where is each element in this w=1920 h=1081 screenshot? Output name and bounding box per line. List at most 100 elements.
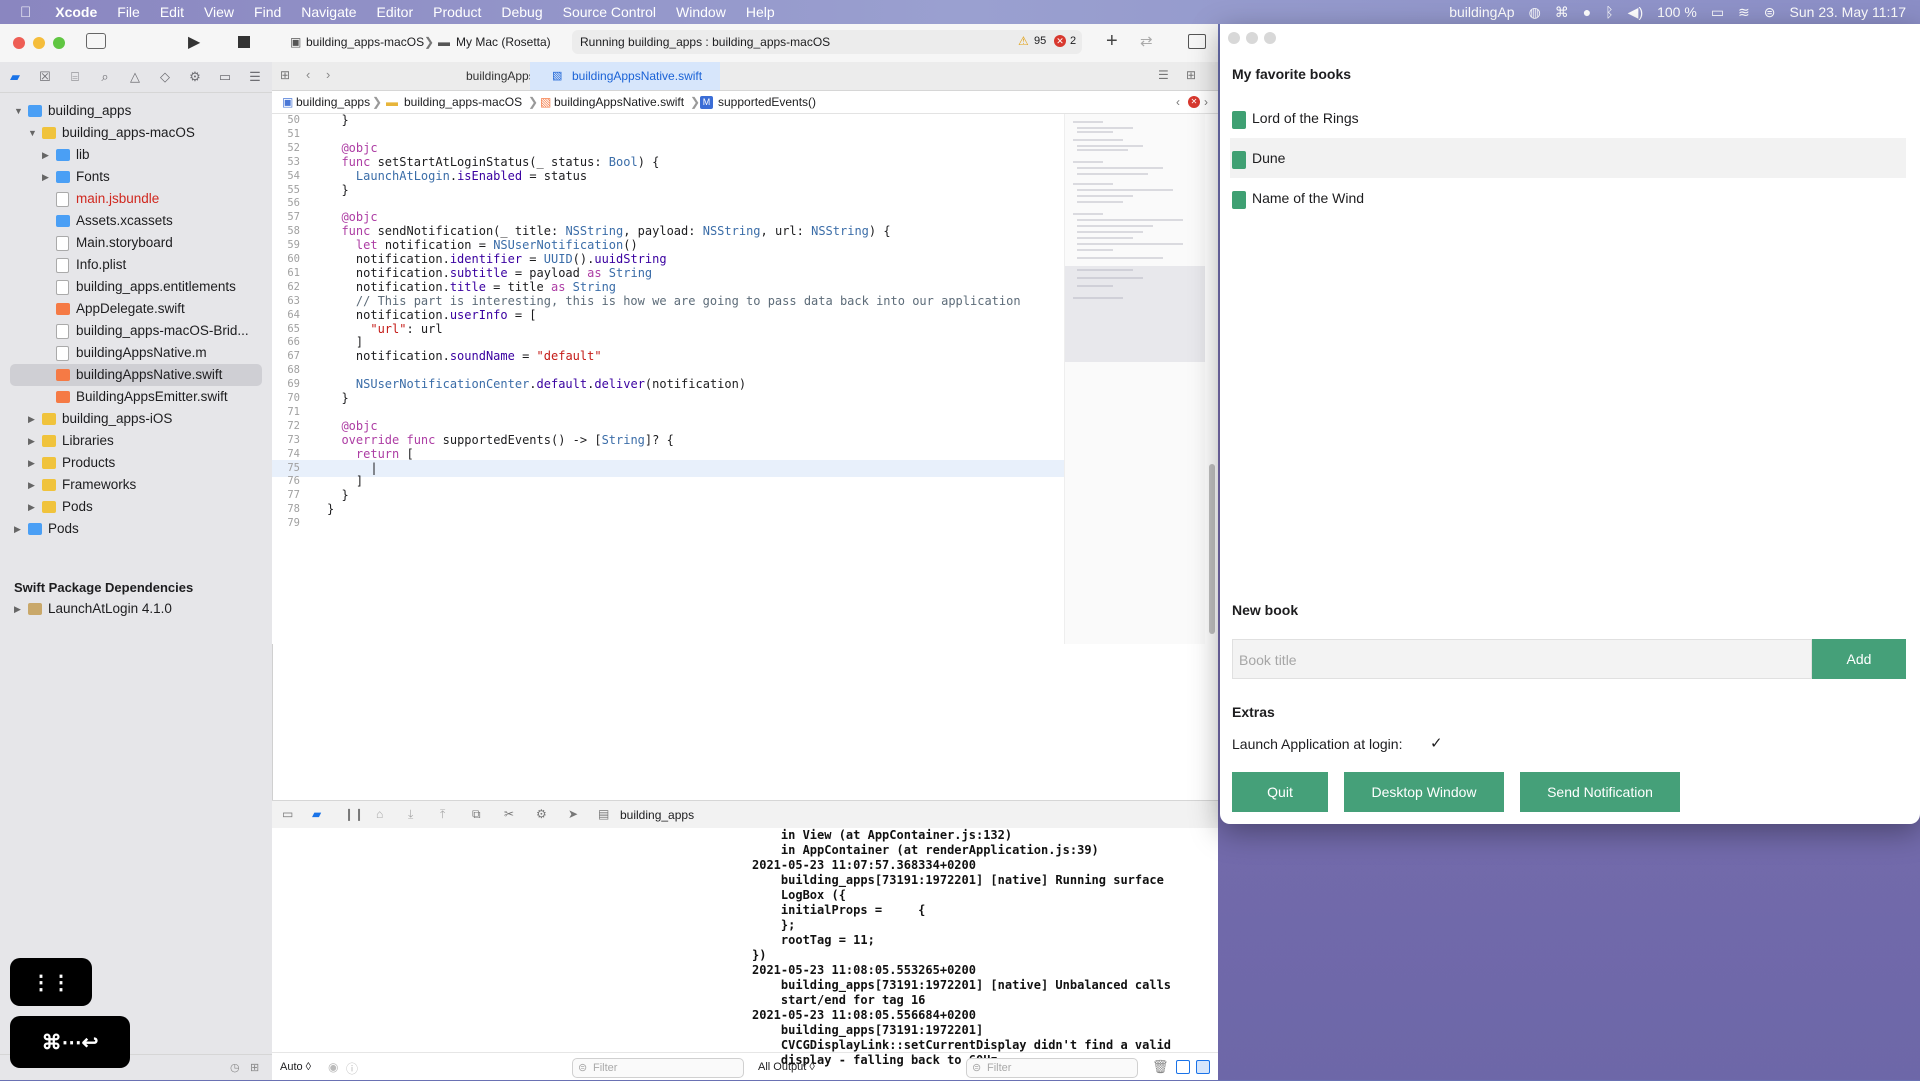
split-editor-icon[interactable]: ⊞ bbox=[1186, 68, 1196, 82]
book-title-input[interactable]: Book title bbox=[1232, 639, 1812, 679]
book-item[interactable]: Lord of the Rings bbox=[1230, 98, 1906, 138]
hide-debug-area-icon[interactable]: ▭ bbox=[282, 807, 293, 821]
console-view-toggle-icon[interactable] bbox=[1196, 1060, 1210, 1074]
debug-icon[interactable]: ⚙ bbox=[180, 69, 210, 85]
console-filter-input[interactable]: ⊜ Filter bbox=[966, 1058, 1138, 1078]
output-select[interactable]: All Output ◊ bbox=[758, 1061, 815, 1073]
file-tree-item[interactable]: ▶ Fonts bbox=[0, 166, 272, 188]
breakpoints-toggle-icon[interactable]: ▰ bbox=[312, 807, 321, 821]
inspector-toggle-icon[interactable] bbox=[1188, 34, 1206, 49]
file-tree-item[interactable]: ▶ Pods bbox=[0, 496, 272, 518]
chevron-right-icon[interactable]: ▶ bbox=[14, 518, 26, 540]
chevron-right-icon[interactable]: ▶ bbox=[42, 166, 54, 188]
file-tree-item[interactable]: ▶ Pods bbox=[0, 518, 272, 540]
file-tree-item[interactable]: ▶ lib bbox=[0, 144, 272, 166]
environment-overrides-icon[interactable]: ⚙ bbox=[536, 807, 547, 821]
volume-icon[interactable]: ◀) bbox=[1628, 4, 1643, 21]
scrollbar-thumb[interactable] bbox=[1209, 464, 1215, 634]
back-icon[interactable]: ‹ bbox=[306, 67, 310, 82]
file-tree-item[interactable]: ▶ Frameworks bbox=[0, 474, 272, 496]
chevron-right-icon[interactable]: ▶ bbox=[28, 408, 40, 430]
folder-icon[interactable]: ▰ bbox=[0, 69, 30, 85]
file-tree-item[interactable]: ▼ building_apps bbox=[0, 100, 272, 122]
desktop-window-button[interactable]: Desktop Window bbox=[1344, 772, 1504, 812]
menu-find[interactable]: Find bbox=[244, 4, 291, 20]
book-item[interactable]: Dune bbox=[1230, 138, 1906, 178]
apple-menu-icon[interactable]:  bbox=[0, 4, 45, 21]
variables-view-toggle-icon[interactable] bbox=[1176, 1060, 1190, 1074]
file-tree-item[interactable]: AppDelegate.swift bbox=[0, 298, 272, 320]
forward-icon[interactable]: › bbox=[326, 67, 330, 82]
book-item[interactable]: Name of the Wind bbox=[1230, 178, 1906, 218]
file-tree-item[interactable]: ▶ Libraries bbox=[0, 430, 272, 452]
file-tree-item[interactable]: building_apps.entitlements bbox=[0, 276, 272, 298]
add-book-button[interactable]: Add bbox=[1812, 639, 1906, 679]
info-icon[interactable]: ⓘ bbox=[346, 1060, 358, 1077]
minimize-window-icon[interactable] bbox=[1246, 32, 1258, 44]
location-icon[interactable]: ➤ bbox=[568, 807, 578, 821]
menu-file[interactable]: File bbox=[107, 4, 150, 20]
chevron-right-icon[interactable]: ▶ bbox=[42, 144, 54, 166]
menu-debug[interactable]: Debug bbox=[491, 4, 552, 20]
add-icon[interactable]: + bbox=[1106, 30, 1118, 53]
chevron-right-icon[interactable]: ▶ bbox=[28, 496, 40, 518]
control-center-dots-icon[interactable]: ● bbox=[1583, 4, 1591, 20]
pause-icon[interactable]: ❙❙ bbox=[344, 807, 364, 821]
editor-options-icon[interactable]: ☰ bbox=[1158, 68, 1169, 82]
chevron-right-icon[interactable]: ▶ bbox=[28, 430, 40, 452]
trash-icon[interactable]: 🗑 bbox=[1152, 1059, 1169, 1075]
chevron-down-icon[interactable]: ▼ bbox=[14, 100, 26, 122]
chevron-down-icon[interactable]: ▼ bbox=[28, 122, 40, 144]
zoom-window-icon[interactable] bbox=[1264, 32, 1276, 44]
source-control-icon[interactable]: ☒ bbox=[30, 69, 60, 85]
related-items-icon[interactable]: ⊞ bbox=[280, 68, 290, 82]
variables-scope-select[interactable]: Auto ◊ bbox=[280, 1061, 311, 1073]
file-tree-item[interactable]: ▶ building_apps-iOS bbox=[0, 408, 272, 430]
menu-edit[interactable]: Edit bbox=[150, 4, 194, 20]
scheme-selector[interactable]: building_apps-macOS bbox=[306, 35, 424, 49]
breadcrumb-project[interactable]: building_apps bbox=[296, 91, 370, 113]
destination-selector[interactable]: My Mac (Rosetta) bbox=[456, 35, 551, 49]
file-tree-item[interactable]: Main.storyboard bbox=[0, 232, 272, 254]
test-icon[interactable]: ◇ bbox=[150, 69, 180, 85]
next-issue-icon[interactable]: › bbox=[1204, 91, 1208, 113]
menu-app-name[interactable]: Xcode bbox=[45, 4, 107, 20]
file-tree-item[interactable]: Info.plist bbox=[0, 254, 272, 276]
step-over-icon[interactable]: ⌂ bbox=[376, 807, 383, 821]
disclosure-icon[interactable]: ▶ bbox=[14, 598, 21, 620]
code-editor[interactable]: 50 } 51 52 @objc 53 func setStartAtLoginSta… bbox=[272, 114, 1064, 644]
memory-graph-icon[interactable]: ✂ bbox=[504, 807, 514, 821]
menu-window[interactable]: Window bbox=[666, 4, 736, 20]
search-icon[interactable]: ⌕ bbox=[90, 69, 120, 85]
chevron-right-icon[interactable]: ▶ bbox=[28, 474, 40, 496]
file-tree-item[interactable]: main.jsbundle bbox=[0, 188, 272, 210]
close-window-icon[interactable] bbox=[13, 37, 25, 49]
menu-navigate[interactable]: Navigate bbox=[291, 4, 366, 20]
recent-files-icon[interactable]: ◷ bbox=[230, 1061, 240, 1074]
step-into-icon[interactable]: ⤓ bbox=[408, 807, 413, 822]
menubar-app-name[interactable]: buildingAp bbox=[1449, 4, 1514, 20]
report-icon[interactable]: ☰ bbox=[240, 69, 270, 85]
bluetooth-icon[interactable]: ᛒ bbox=[1605, 4, 1613, 20]
run-icon[interactable]: ▶ bbox=[188, 32, 200, 52]
minimize-window-icon[interactable] bbox=[33, 37, 45, 49]
zoom-window-icon[interactable] bbox=[53, 37, 65, 49]
close-window-icon[interactable] bbox=[1228, 32, 1240, 44]
file-tree-item[interactable]: buildingAppsNative.swift bbox=[10, 364, 262, 386]
breadcrumb-group[interactable]: building_apps-macOS bbox=[404, 91, 522, 113]
breadcrumb-symbol[interactable]: supportedEvents() bbox=[718, 91, 816, 113]
debug-target[interactable]: building_apps bbox=[620, 808, 694, 822]
error-icon[interactable]: ✕ bbox=[1188, 96, 1200, 108]
filter-options-icon[interactable]: ⊞ bbox=[250, 1061, 259, 1074]
menu-editor[interactable]: Editor bbox=[367, 4, 424, 20]
error-icon[interactable]: ✕ bbox=[1054, 35, 1066, 47]
chevron-right-icon[interactable]: ▶ bbox=[28, 452, 40, 474]
symbol-icon[interactable]: ⌸ bbox=[60, 69, 90, 85]
issue-icon[interactable]: △ bbox=[120, 69, 150, 85]
launch-at-login-checkbox[interactable]: ✓ bbox=[1430, 734, 1443, 752]
spm-item-launchatlogin[interactable]: ▶ LaunchAtLogin 4.1.0 bbox=[0, 598, 272, 620]
variables-filter-input[interactable]: ⊜ Filter bbox=[572, 1058, 744, 1078]
file-tree-item[interactable]: BuildingAppsEmitter.swift bbox=[0, 386, 272, 408]
send-notification-button[interactable]: Send Notification bbox=[1520, 772, 1680, 812]
file-tree-item[interactable]: Assets.xcassets bbox=[0, 210, 272, 232]
